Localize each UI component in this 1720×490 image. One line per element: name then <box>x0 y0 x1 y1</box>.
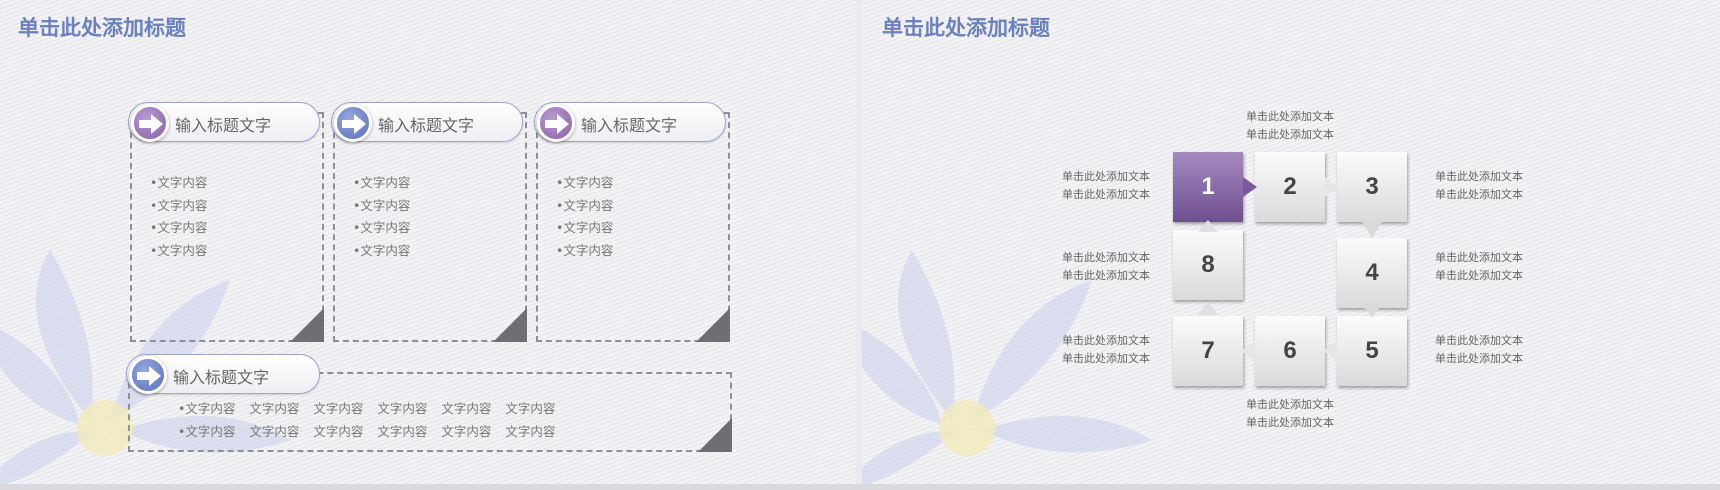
bullet-item: •文字内容 <box>150 175 208 190</box>
row-item: 文字内容 <box>249 424 300 439</box>
label-line: 单击此处添加文本 <box>1062 170 1150 183</box>
row-item: 文字内容 <box>505 401 556 416</box>
bullet-item: •文字内容 <box>150 220 208 235</box>
puzzle-tile-8[interactable]: 8 <box>1173 230 1243 300</box>
card-header-3[interactable]: 输入标题文字 <box>534 102 726 142</box>
card-bullets-1: •文字内容 •文字内容 •文字内容 •文字内容 <box>150 172 207 262</box>
puzzle-tile-7[interactable]: 7 <box>1173 316 1243 386</box>
label-line: 单击此处添加文本 <box>1435 352 1523 365</box>
puzzle-tile-6[interactable]: 6 <box>1255 316 1325 386</box>
label-line: 单击此处添加文本 <box>1062 334 1150 347</box>
arrow-right-icon <box>129 356 167 394</box>
puzzle-tile-1[interactable]: 1 <box>1173 152 1243 222</box>
connector-arrow <box>1198 301 1218 315</box>
arrow-right-icon <box>537 104 575 142</box>
label-line: 单击此处添加文本 <box>1062 269 1150 282</box>
bullet-item: •文字内容 <box>353 175 411 190</box>
label-right-5: 单击此处添加文本 单击此处添加文本 <box>1435 332 1523 368</box>
bullet-item: •文字内容 <box>556 220 614 235</box>
card-heading: 输入标题文字 <box>175 116 272 135</box>
card-corner-fold <box>698 418 732 452</box>
puzzle-tile-2[interactable]: 2 <box>1255 152 1325 222</box>
connector-arrow <box>1241 341 1255 361</box>
bullet-item: •文字内容 <box>556 175 614 190</box>
row-item: 文字内容 <box>313 424 364 439</box>
connector-arrow <box>1198 220 1218 232</box>
label-right-3: 单击此处添加文本 单击此处添加文本 <box>1435 168 1523 204</box>
row-item: •文字内容 <box>178 424 236 439</box>
row-item: 文字内容 <box>377 401 428 416</box>
row-item: 文字内容 <box>249 401 300 416</box>
label-line: 单击此处添加文本 <box>1435 269 1523 282</box>
label-line: 单击此处添加文本 <box>1062 251 1150 264</box>
slide-title[interactable]: 单击此处添加标题 <box>882 12 1050 42</box>
bullet-item: •文字内容 <box>353 197 411 213</box>
label-line: 单击此处添加文本 <box>1246 110 1334 123</box>
puzzle-tile-5[interactable]: 5 <box>1337 316 1407 386</box>
bullet-item: •文字内容 <box>353 220 411 235</box>
row-item: 文字内容 <box>313 401 364 416</box>
puzzle-tile-4[interactable]: 4 <box>1337 238 1407 308</box>
connector-arrow <box>1362 222 1382 238</box>
card-heading: 输入标题文字 <box>173 368 270 387</box>
connector-arrow <box>1362 304 1382 318</box>
card-corner-fold <box>493 308 527 342</box>
arrow-right-icon <box>334 104 372 142</box>
label-bottom: 单击此处添加文本 单击此处添加文本 <box>1246 396 1334 432</box>
puzzle-tile-3[interactable]: 3 <box>1337 152 1407 222</box>
card-heading: 输入标题文字 <box>581 116 678 135</box>
bullet-item: •文字内容 <box>150 197 208 213</box>
wide-card-row-2: •文字内容 文字内容 文字内容 文字内容 文字内容 文字内容 <box>178 421 565 440</box>
card-heading: 输入标题文字 <box>378 116 475 135</box>
label-left-7: 单击此处添加文本 单击此处添加文本 <box>1062 332 1150 368</box>
slide-right: 单击此处添加标题 1 2 3 4 5 6 7 8 单击此处添加文本 单击此处添加… <box>862 0 1720 484</box>
label-left-1: 单击此处添加文本 单击此处添加文本 <box>1062 168 1150 204</box>
slide-title[interactable]: 单击此处添加标题 <box>18 12 186 42</box>
label-right-4: 单击此处添加文本 单击此处添加文本 <box>1435 249 1523 285</box>
bullet-item: •文字内容 <box>150 242 208 258</box>
arrow-right-icon <box>131 104 169 142</box>
bottom-scrollbar[interactable] <box>0 484 1720 490</box>
label-line: 单击此处添加文本 <box>1062 188 1150 201</box>
card-corner-fold <box>696 308 730 342</box>
connector-arrow <box>1243 177 1257 197</box>
card-header-wide[interactable]: 输入标题文字 <box>126 354 320 394</box>
label-line: 单击此处添加文本 <box>1435 334 1523 347</box>
label-line: 单击此处添加文本 <box>1246 128 1334 141</box>
bullet-item: •文字内容 <box>353 242 411 258</box>
card-header-2[interactable]: 输入标题文字 <box>331 102 523 142</box>
row-item: 文字内容 <box>441 424 492 439</box>
label-line: 单击此处添加文本 <box>1435 251 1523 264</box>
label-line: 单击此处添加文本 <box>1246 398 1334 411</box>
row-item: 文字内容 <box>505 424 556 439</box>
label-left-8: 单击此处添加文本 单击此处添加文本 <box>1062 249 1150 285</box>
connector-arrow <box>1325 177 1339 197</box>
card-bullets-2: •文字内容 •文字内容 •文字内容 •文字内容 <box>353 172 410 262</box>
bullet-item: •文字内容 <box>556 242 614 258</box>
card-header-1[interactable]: 输入标题文字 <box>128 102 320 142</box>
label-line: 单击此处添加文本 <box>1062 352 1150 365</box>
slide-left: 单击此处添加标题 输入标题文字 •文字内容 •文字内容 •文字内容 •文字内容 … <box>0 0 856 484</box>
connector-arrow <box>1323 341 1337 361</box>
wide-card-row-1: •文字内容 文字内容 文字内容 文字内容 文字内容 文字内容 <box>178 398 565 417</box>
label-line: 单击此处添加文本 <box>1435 188 1523 201</box>
row-item: •文字内容 <box>178 401 236 416</box>
card-bullets-3: •文字内容 •文字内容 •文字内容 •文字内容 <box>556 172 613 262</box>
label-line: 单击此处添加文本 <box>1435 170 1523 183</box>
label-top: 单击此处添加文本 单击此处添加文本 <box>1246 108 1334 144</box>
row-item: 文字内容 <box>441 401 492 416</box>
bullet-item: •文字内容 <box>556 197 614 213</box>
label-line: 单击此处添加文本 <box>1246 416 1334 429</box>
row-item: 文字内容 <box>377 424 428 439</box>
card-corner-fold <box>290 308 324 342</box>
